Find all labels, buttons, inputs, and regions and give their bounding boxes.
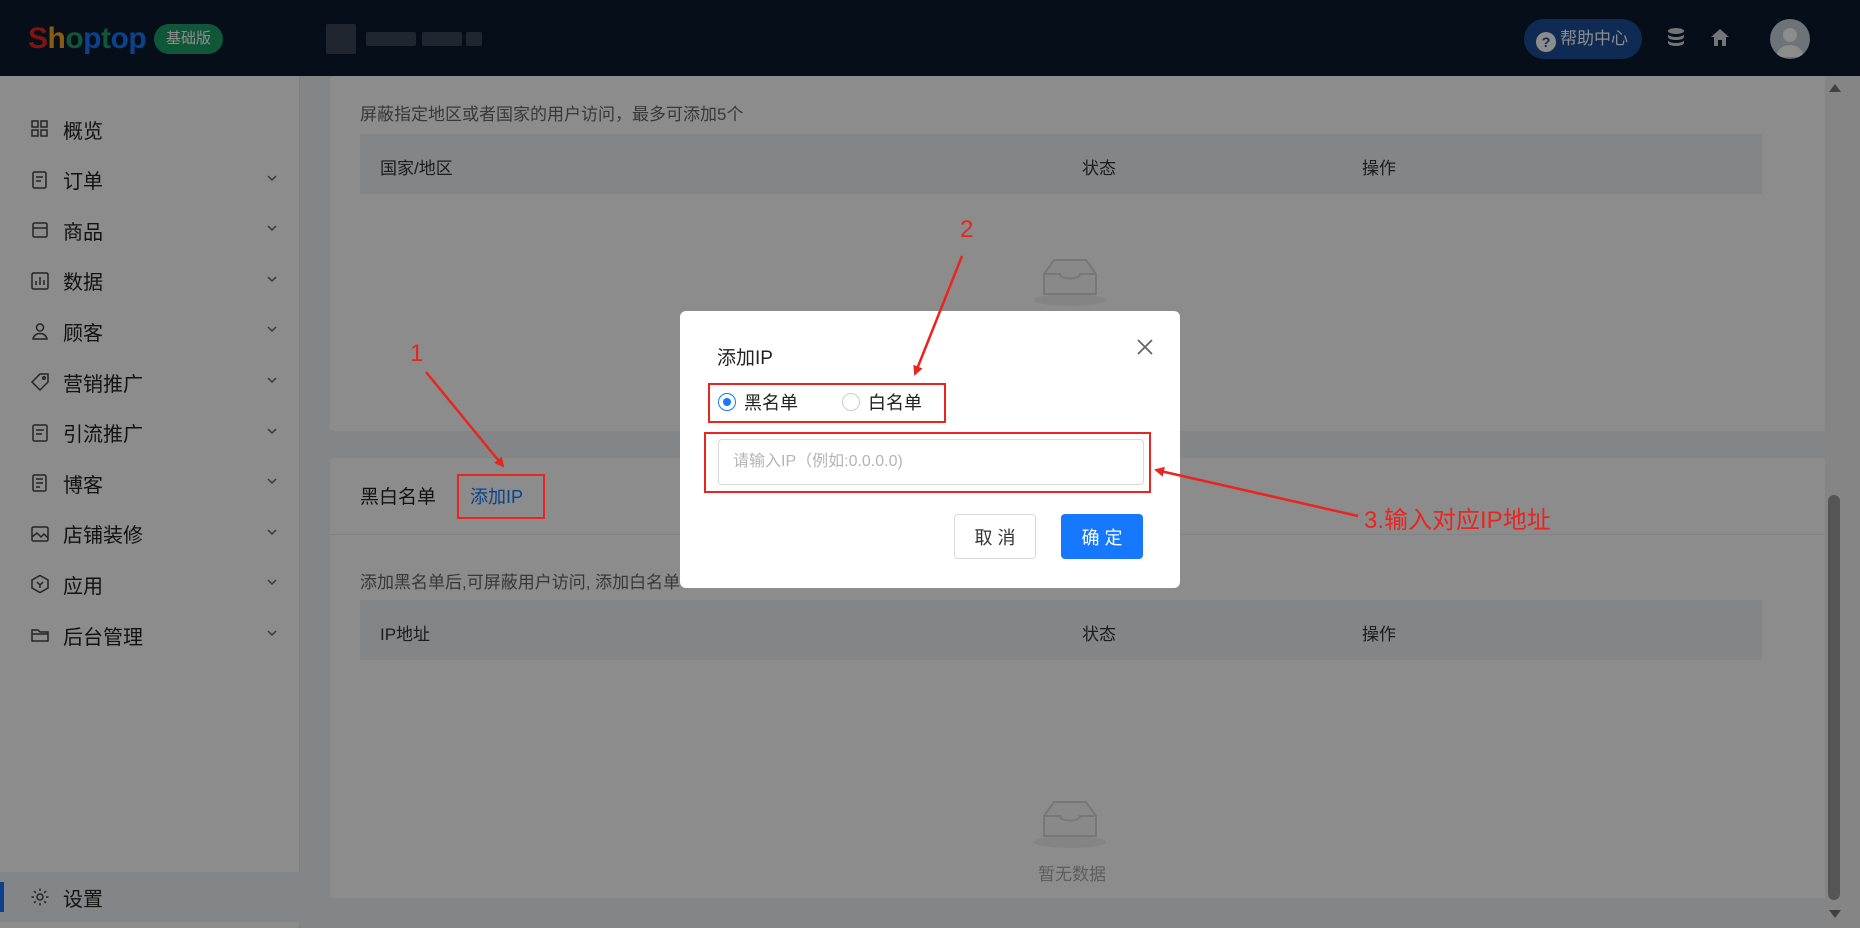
- annotation-box-input: [704, 432, 1151, 493]
- annotation-step-1: 1: [410, 340, 424, 367]
- confirm-button[interactable]: 确 定: [1061, 514, 1143, 559]
- annotation-step-2: 2: [960, 216, 974, 243]
- annotation-box-add-ip: [457, 474, 545, 519]
- dialog-title: 添加IP: [717, 348, 773, 369]
- annotation-step-3: 3.输入对应IP地址: [1364, 507, 1551, 534]
- annotation-box-radio: [708, 383, 946, 423]
- cancel-button[interactable]: 取 消: [954, 514, 1036, 559]
- close-icon[interactable]: [1135, 337, 1155, 357]
